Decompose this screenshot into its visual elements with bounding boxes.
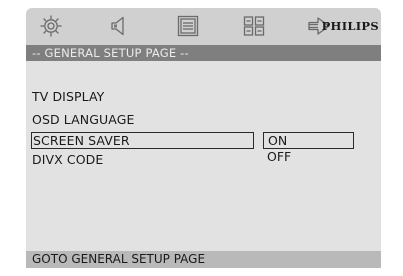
setup-tab-bar: PHILIPS — [26, 8, 381, 45]
display-icon[interactable] — [176, 14, 200, 38]
page-title-bar: -- GENERAL SETUP PAGE -- — [26, 45, 381, 61]
status-bar: GOTO GENERAL SETUP PAGE — [26, 251, 381, 268]
page-title: -- GENERAL SETUP PAGE -- — [32, 46, 189, 60]
option-label: OFF — [267, 149, 292, 164]
menu-item-label: DIVX CODE — [32, 152, 104, 167]
status-text: GOTO GENERAL SETUP PAGE — [32, 252, 206, 266]
speaker-icon[interactable] — [108, 14, 132, 38]
grid-icon[interactable] — [242, 14, 266, 38]
menu-item-label: OSD LANGUAGE — [32, 112, 135, 127]
option-label: ON — [268, 133, 288, 148]
dvd-setup-screen: PHILIPS -- GENERAL SETUP PAGE -- TV DISP… — [26, 8, 381, 268]
menu-item-label: TV DISPLAY — [32, 89, 105, 104]
menu-item-screen-saver[interactable]: SCREEN SAVER — [31, 132, 254, 149]
menu-item-label: SCREEN SAVER — [33, 133, 130, 148]
gear-icon[interactable] — [39, 14, 63, 38]
brand-logo: PHILIPS — [321, 19, 379, 33]
setup-content: TV DISPLAY OSD LANGUAGE SCREEN SAVER DIV… — [26, 61, 381, 251]
option-on[interactable]: ON — [263, 132, 354, 149]
